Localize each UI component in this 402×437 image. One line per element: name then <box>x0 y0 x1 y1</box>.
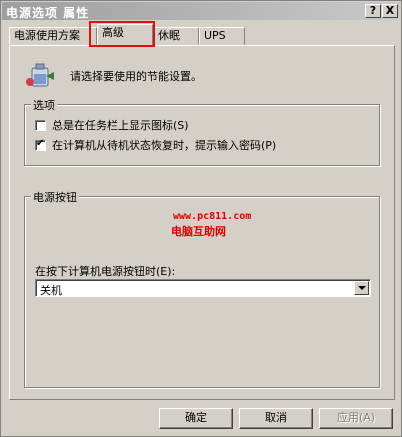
tab-ups[interactable]: UPS <box>199 27 245 45</box>
help-button[interactable]: ? <box>365 4 381 18</box>
tab-strip: 电源使用方案 高级 休眠 UPS <box>7 21 397 47</box>
prompt-password-checkbox[interactable]: 在计算机从待机状态恢复时，提示输入密码(P) <box>35 137 276 153</box>
checkbox-box-checked[interactable] <box>35 138 46 151</box>
options-legend: 选项 <box>31 97 57 113</box>
power-battery-icon <box>26 63 54 87</box>
show-tray-icon-checkbox[interactable]: 总是在任务栏上显示图标(S) <box>35 117 189 133</box>
options-group: 选项 总是在任务栏上显示图标(S) 在计算机从待机状态恢复时，提示输入密码(P) <box>24 97 380 166</box>
ok-button[interactable]: 确定 <box>159 408 233 429</box>
apply-button[interactable]: 应用(A) <box>319 408 393 429</box>
power-buttons-group: 电源按钮 www.pc811.com 电脑互助网 在按下计算机电源按钮时(E):… <box>24 189 380 388</box>
checkbox-label: 在计算机从待机状态恢复时，提示输入密码(P) <box>52 139 277 152</box>
tab-advanced[interactable]: 高级 <box>97 24 153 46</box>
checkbox-box[interactable] <box>35 119 46 131</box>
checkbox-label: 总是在任务栏上显示图标(S) <box>52 119 189 132</box>
power-button-action-select[interactable]: 关机 <box>35 279 371 297</box>
cancel-button[interactable]: 取消 <box>239 408 313 429</box>
power-button-action-label: 在按下计算机电源按钮时(E): <box>35 265 176 278</box>
window-title: 电源选项 属性 <box>6 6 90 20</box>
watermark-name: 电脑互助网 <box>171 225 226 238</box>
tab-hibernate[interactable]: 休眠 <box>153 27 199 45</box>
chevron-down-icon[interactable] <box>354 281 369 295</box>
intro-text: 请选择要使用的节能设置。 <box>70 70 202 83</box>
tab-power-schemes[interactable]: 电源使用方案 <box>9 27 97 45</box>
advanced-panel: 请选择要使用的节能设置。 选项 总是在任务栏上显示图标(S) 在计算机从待机状态… <box>9 45 395 400</box>
power-buttons-legend: 电源按钮 <box>31 189 79 205</box>
select-value: 关机 <box>40 284 62 297</box>
power-options-dialog: 电源选项 属性 ? X 电源使用方案 高级 休眠 UPS 请选择要使用的节能设置… <box>0 0 402 437</box>
close-button[interactable]: X <box>382 4 398 18</box>
title-bar[interactable]: 电源选项 属性 ? X <box>2 2 400 20</box>
watermark-url: www.pc811.com <box>173 211 252 222</box>
